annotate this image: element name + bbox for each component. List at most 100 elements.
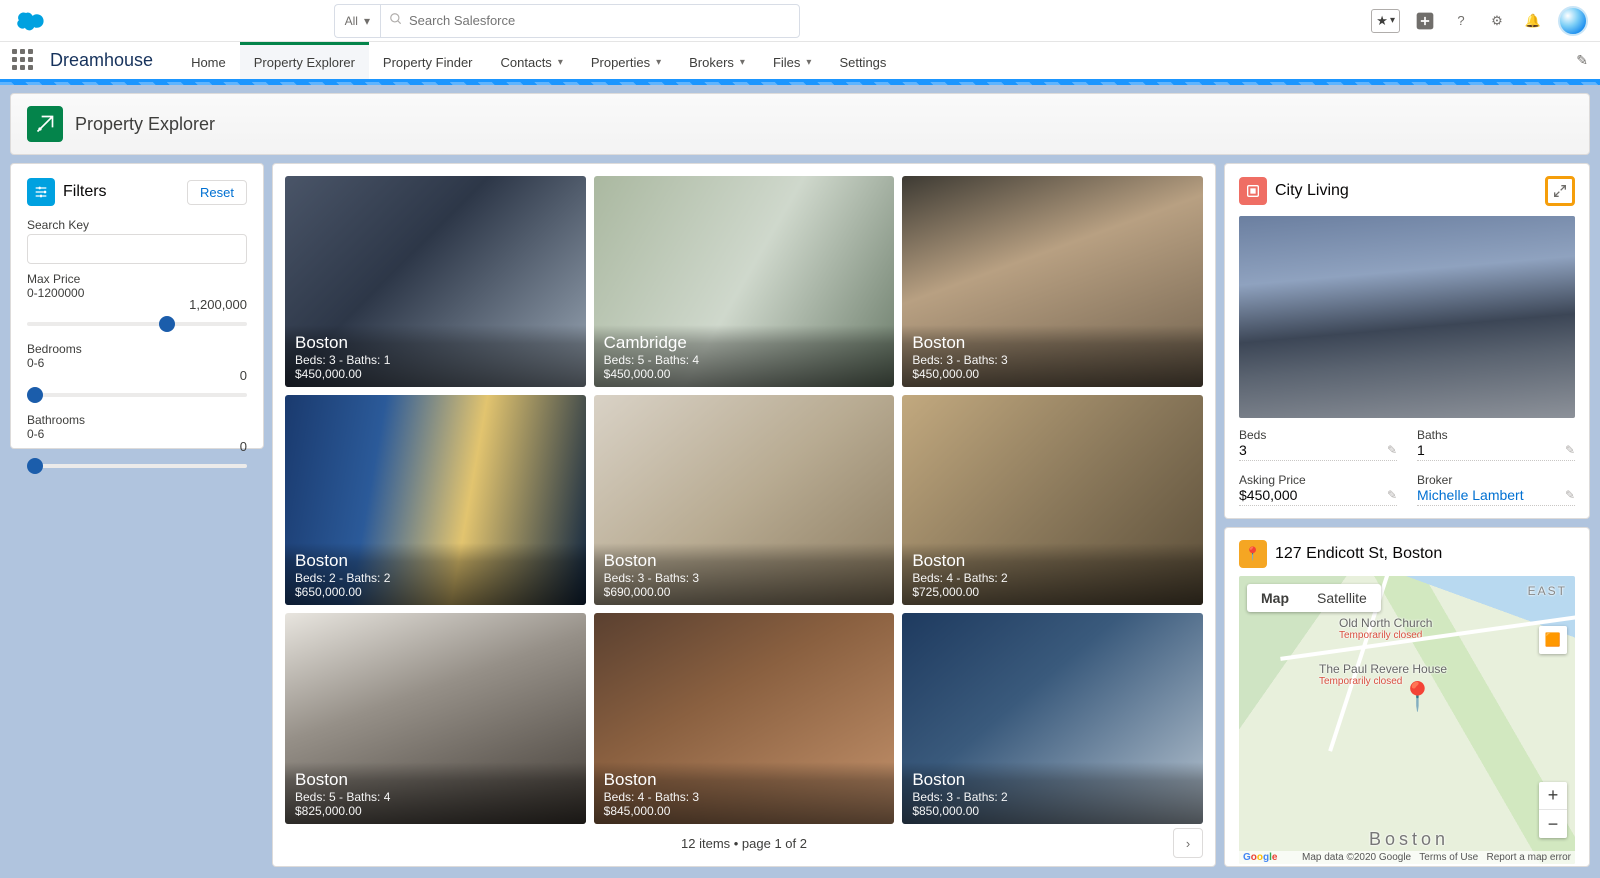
add-icon[interactable] [1414, 10, 1436, 32]
property-card[interactable]: BostonBeds: 3 - Baths: 3$690,000.00 [594, 395, 895, 606]
max-price-label: Max Price [27, 272, 247, 286]
broker-value[interactable]: Michelle Lambert✎ [1417, 487, 1575, 506]
property-detail-panel: City Living Beds 3✎ Baths 1✎ Asking Pric… [1224, 163, 1590, 519]
search-input[interactable] [409, 13, 791, 28]
nav-item-properties[interactable]: Properties▾ [577, 42, 675, 79]
detail-record-icon [1239, 177, 1267, 205]
property-meta: Beds: 3 - Baths: 1 [295, 353, 576, 367]
bathrooms-slider-track[interactable] [27, 464, 247, 468]
max-price-slider-thumb[interactable] [159, 316, 175, 332]
map-tab-satellite[interactable]: Satellite [1303, 584, 1381, 612]
edit-nav-pencil-icon[interactable]: ✎ [1576, 52, 1588, 69]
property-card[interactable]: BostonBeds: 4 - Baths: 2$725,000.00 [902, 395, 1203, 606]
max-price-value: 1,200,000 [189, 297, 247, 312]
asking-price-label: Asking Price [1239, 473, 1397, 487]
edit-pencil-icon[interactable]: ✎ [1387, 443, 1397, 457]
property-price: $725,000.00 [912, 585, 1193, 599]
property-grid-panel: BostonBeds: 3 - Baths: 1$450,000.00Cambr… [272, 163, 1216, 867]
chevron-down-icon: ▾ [558, 57, 563, 68]
property-card[interactable]: BostonBeds: 3 - Baths: 3$450,000.00 [902, 176, 1203, 387]
property-city: Boston [295, 770, 576, 790]
bathrooms-label: Bathrooms [27, 413, 247, 427]
property-card[interactable]: BostonBeds: 3 - Baths: 2$850,000.00 [902, 613, 1203, 824]
pager-next-button[interactable]: › [1173, 828, 1203, 858]
edit-pencil-icon[interactable]: ✎ [1565, 488, 1575, 502]
edit-pencil-icon[interactable]: ✎ [1387, 488, 1397, 502]
header-actions: ★▾ ? ⚙ 🔔 [1371, 6, 1588, 36]
property-price: $450,000.00 [912, 367, 1193, 381]
property-meta: Beds: 3 - Baths: 3 [912, 353, 1193, 367]
map-canvas[interactable]: Map Satellite EAST Old North ChurchTempo… [1239, 576, 1575, 864]
search-key-input[interactable] [27, 234, 247, 264]
setup-gear-icon[interactable]: ⚙ [1486, 10, 1508, 32]
property-city: Boston [295, 551, 576, 571]
help-icon[interactable]: ? [1450, 10, 1472, 32]
search-scope-dropdown[interactable]: All ▾ [334, 4, 380, 38]
nav-item-property-explorer[interactable]: Property Explorer [240, 42, 369, 79]
location-pin-icon: 📍 [1239, 540, 1267, 568]
streetview-pegman-icon[interactable]: 🟧 [1539, 626, 1567, 654]
bedrooms-slider-thumb[interactable] [27, 387, 43, 403]
property-price: $825,000.00 [295, 804, 576, 818]
reset-button[interactable]: Reset [187, 180, 247, 205]
chevron-down-icon: ▾ [656, 57, 661, 68]
property-price: $450,000.00 [295, 367, 576, 381]
edit-pencil-icon[interactable]: ✎ [1565, 443, 1575, 457]
property-card[interactable]: BostonBeds: 5 - Baths: 4$825,000.00 [285, 613, 586, 824]
expand-button[interactable] [1545, 176, 1575, 206]
notifications-bell-icon[interactable]: 🔔 [1522, 10, 1544, 32]
nav-item-contacts[interactable]: Contacts▾ [487, 42, 577, 79]
search-scope-label: All [345, 14, 358, 28]
property-grid: BostonBeds: 3 - Baths: 1$450,000.00Cambr… [285, 176, 1203, 824]
app-launcher-icon[interactable] [12, 49, 36, 73]
broker-label: Broker [1417, 473, 1575, 487]
search-key-label: Search Key [27, 218, 247, 232]
property-explorer-icon [27, 106, 63, 142]
property-city: Boston [912, 770, 1193, 790]
property-price: $850,000.00 [912, 804, 1193, 818]
property-price: $690,000.00 [604, 585, 885, 599]
property-meta: Beds: 5 - Baths: 4 [295, 790, 576, 804]
bathrooms-slider-thumb[interactable] [27, 458, 43, 474]
baths-label: Baths [1417, 428, 1575, 442]
map-label-church: Old North ChurchTemporarily closed [1339, 616, 1432, 641]
nav-item-files[interactable]: Files▾ [759, 42, 825, 79]
property-meta: Beds: 3 - Baths: 3 [604, 571, 885, 585]
chevron-down-icon: ▾ [1390, 15, 1395, 26]
nav-item-home[interactable]: Home [177, 42, 240, 79]
zoom-out-button[interactable]: − [1539, 810, 1567, 838]
nav-item-property-finder[interactable]: Property Finder [369, 42, 487, 79]
nav-item-settings[interactable]: Settings [825, 42, 900, 79]
max-price-slider-track[interactable] [27, 322, 247, 326]
nav-item-brokers[interactable]: Brokers▾ [675, 42, 759, 79]
chevron-down-icon: ▾ [806, 57, 811, 68]
property-card[interactable]: CambridgeBeds: 5 - Baths: 4$450,000.00 [594, 176, 895, 387]
filters-title: Filters [63, 183, 179, 201]
global-header: All ▾ ★▾ ? ⚙ 🔔 [0, 0, 1600, 42]
tos-link[interactable]: Terms of Use [1419, 852, 1478, 863]
zoom-in-button[interactable]: + [1539, 782, 1567, 810]
report-link[interactable]: Report a map error [1487, 852, 1571, 863]
property-city: Boston [604, 551, 885, 571]
beds-label: Beds [1239, 428, 1397, 442]
property-price: $450,000.00 [604, 367, 885, 381]
salesforce-logo [12, 7, 48, 35]
property-card[interactable]: BostonBeds: 4 - Baths: 3$845,000.00 [594, 613, 895, 824]
property-card[interactable]: BostonBeds: 3 - Baths: 1$450,000.00 [285, 176, 586, 387]
pager-text: 12 items • page 1 of 2 [681, 836, 807, 851]
favorites-dropdown[interactable]: ★▾ [1371, 9, 1400, 33]
app-name: Dreamhouse [50, 50, 153, 71]
property-card[interactable]: BostonBeds: 2 - Baths: 2$650,000.00 [285, 395, 586, 606]
bathrooms-value: 0 [27, 439, 247, 454]
global-search: All ▾ [334, 4, 800, 38]
property-meta: Beds: 5 - Baths: 4 [604, 353, 885, 367]
filters-icon [27, 178, 55, 206]
page-title: Property Explorer [75, 114, 215, 135]
user-avatar[interactable] [1558, 6, 1588, 36]
page-header: Property Explorer [10, 93, 1590, 155]
beds-value: 3✎ [1239, 442, 1397, 461]
map-tab-map[interactable]: Map [1247, 584, 1303, 612]
property-city: Boston [295, 333, 576, 353]
map-type-toggle: Map Satellite [1247, 584, 1381, 612]
bedrooms-slider-track[interactable] [27, 393, 247, 397]
